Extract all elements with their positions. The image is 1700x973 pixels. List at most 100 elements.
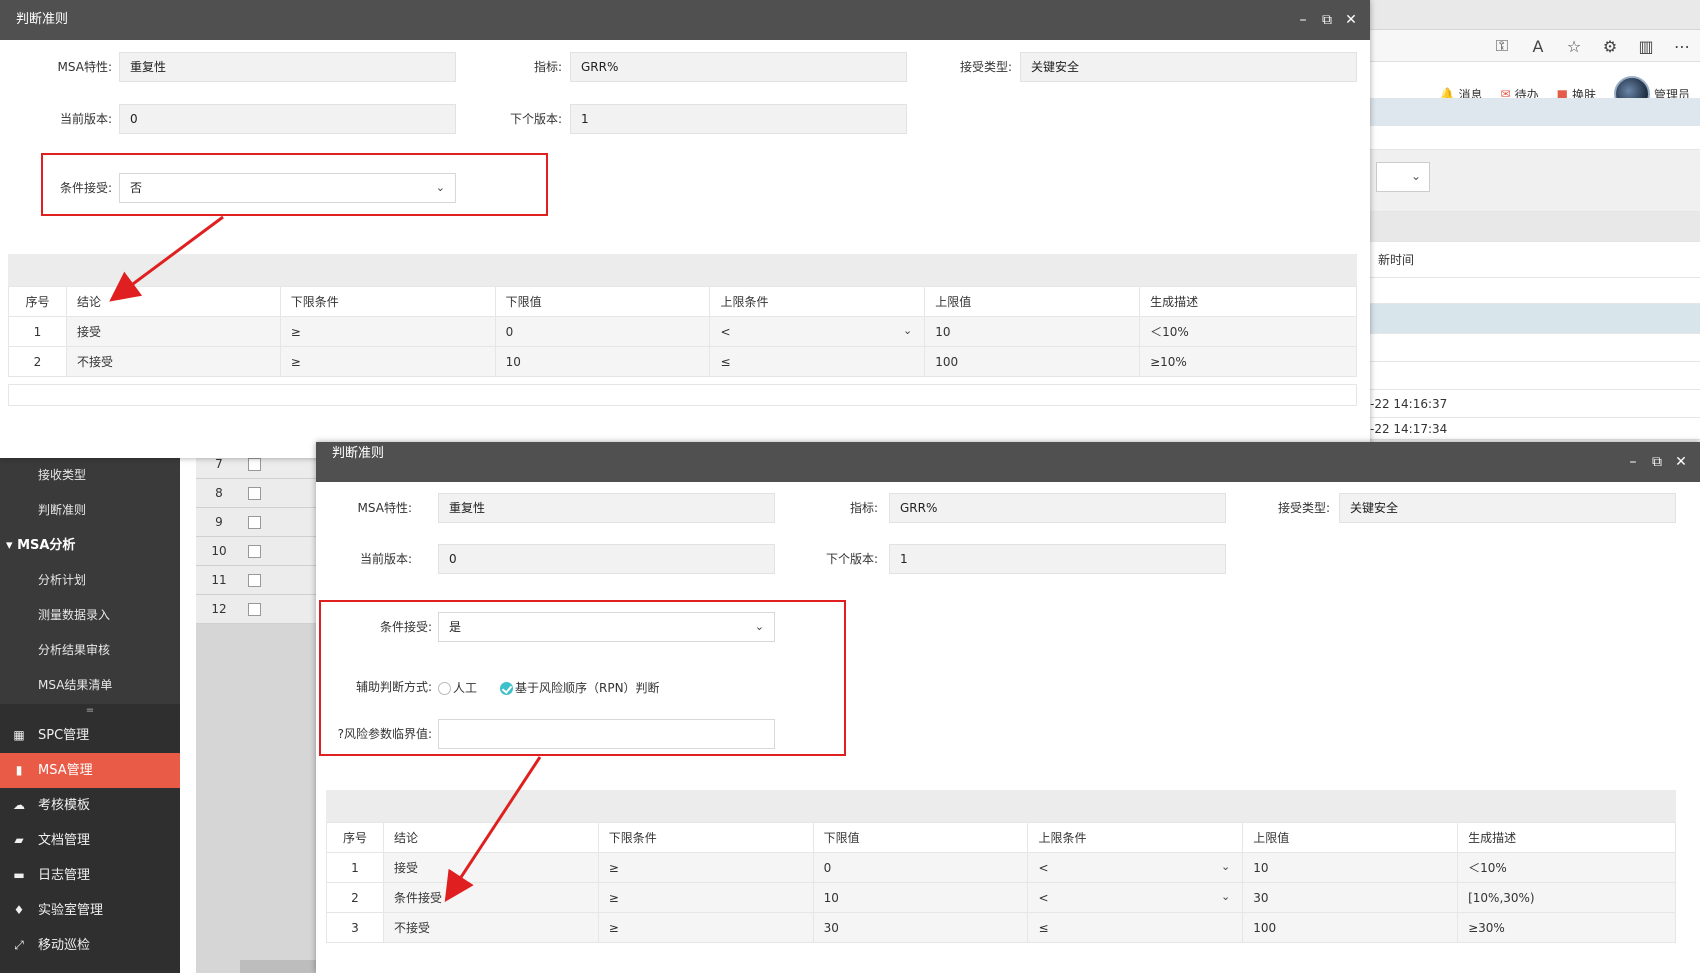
lower-value-cell[interactable]: 30 bbox=[812, 912, 1029, 943]
upper-value-cell[interactable]: 10 bbox=[924, 316, 1141, 347]
column-header: 生成描述 bbox=[1139, 286, 1357, 317]
accept-type-field[interactable]: 关键安全 bbox=[1339, 493, 1676, 523]
horizontal-scrollbar[interactable] bbox=[240, 960, 316, 973]
chevron-down-icon: ⌄ bbox=[435, 181, 445, 194]
lower-value-cell[interactable]: 0 bbox=[494, 316, 711, 347]
upper-condition-cell[interactable]: ≤ bbox=[1027, 912, 1244, 943]
conclusion-cell[interactable]: 不接受 bbox=[382, 912, 599, 943]
lower-condition-cell[interactable]: ≥ bbox=[279, 316, 496, 347]
msa-char-field[interactable]: 重复性 bbox=[438, 493, 775, 523]
sidebar-group-msa[interactable]: ▾ MSA分析 bbox=[0, 528, 180, 563]
column-header: 上限值 bbox=[1242, 822, 1459, 853]
sidebar-item-analysis-plan[interactable]: 分析计划 bbox=[0, 563, 180, 598]
criteria-dialog-1: 判断准则 – ⧉ ✕ MSA特性: 重复性 指标: GRR% 接受类型: 关键安… bbox=[0, 0, 1370, 458]
sidebar-item-cut-off[interactable] bbox=[0, 963, 180, 973]
sidebar-item-data-entry[interactable]: 测量数据录入 bbox=[0, 598, 180, 633]
conclusion-cell[interactable]: 不接受 bbox=[65, 346, 281, 377]
table-row: 1 接受 ≥ 0 < ⌄ 10 ＜10% bbox=[326, 852, 1676, 883]
upper-value-cell[interactable]: 100 bbox=[1242, 912, 1459, 943]
lower-condition-cell[interactable]: ≥ bbox=[597, 882, 814, 913]
sidebar-item-lab[interactable]: ♦ 实验室管理 bbox=[0, 893, 180, 928]
key-icon[interactable]: ⚿ bbox=[1484, 36, 1520, 56]
column-header: 结论 bbox=[382, 822, 599, 853]
table-row[interactable]: 12 bbox=[196, 595, 316, 624]
read-aloud-icon[interactable]: A bbox=[1520, 37, 1556, 56]
lower-value-cell[interactable]: 10 bbox=[494, 346, 711, 377]
description-cell: ≥30% bbox=[1457, 912, 1676, 943]
lower-condition-cell[interactable]: ≥ bbox=[597, 852, 814, 883]
row-checkbox[interactable] bbox=[248, 574, 261, 587]
table-row: 2 不接受 ≥ 10 ≤ 100 ≥10% bbox=[8, 346, 1357, 377]
sidebar-item-msa[interactable]: ▮ MSA管理 bbox=[0, 753, 180, 788]
sidebar-item-result-review[interactable]: 分析结果审核 bbox=[0, 633, 180, 668]
accept-type-label: 接受类型: bbox=[1277, 501, 1330, 515]
row-checkbox[interactable] bbox=[248, 545, 261, 558]
criteria-dialog-2: 判断准则 – ⧉ ✕ MSA特性: 重复性 指标: GRR% 接受类型: 关键安… bbox=[316, 442, 1700, 973]
indicator-field[interactable]: GRR% bbox=[889, 493, 1226, 523]
conditional-accept-select[interactable]: 是 ⌄ bbox=[438, 612, 775, 642]
indicator-field[interactable]: GRR% bbox=[570, 52, 907, 82]
upper-value-cell[interactable]: 30 bbox=[1242, 882, 1459, 913]
upper-value-cell[interactable]: 100 bbox=[924, 346, 1141, 377]
radio-rpn[interactable]: 基于风险顺序（RPN）判断 bbox=[500, 680, 660, 696]
browser-address-bar: ⚿ A ☆ ⚙ ▥ ⋯ bbox=[1370, 30, 1700, 62]
table-row[interactable]: 8 bbox=[196, 479, 316, 508]
lower-value-cell[interactable]: 0 bbox=[812, 852, 1029, 883]
current-version-label: 当前版本: bbox=[59, 112, 112, 126]
table-row[interactable]: 10 bbox=[196, 537, 316, 566]
row-checkbox[interactable] bbox=[248, 458, 261, 471]
chevron-down-icon: ⌄ bbox=[903, 324, 913, 337]
conditional-accept-select[interactable]: 否 ⌄ bbox=[119, 173, 456, 203]
table-row[interactable]: 11 bbox=[196, 566, 316, 595]
more-icon[interactable]: ⋯ bbox=[1664, 37, 1700, 56]
lower-condition-cell[interactable]: ≥ bbox=[597, 912, 814, 943]
split-screen-icon[interactable]: ▥ bbox=[1628, 37, 1664, 56]
description-cell: ＜10% bbox=[1139, 316, 1357, 347]
next-version-field[interactable]: 1 bbox=[570, 104, 907, 134]
table-row[interactable]: 9 bbox=[196, 508, 316, 537]
sidebar-item-judgment-criteria[interactable]: 判断准则 bbox=[0, 493, 180, 528]
background-select[interactable]: ⌄ bbox=[1376, 162, 1430, 192]
lower-condition-cell[interactable]: ≥ bbox=[279, 346, 496, 377]
next-version-field[interactable]: 1 bbox=[889, 544, 1226, 574]
sidebar-item-receive-type[interactable]: 接收类型 bbox=[0, 458, 180, 493]
sidebar-item-result-list[interactable]: MSA结果清单 bbox=[0, 668, 180, 703]
column-header: 下限条件 bbox=[279, 286, 496, 317]
maximize-icon[interactable]: ⧉ bbox=[1650, 454, 1664, 470]
maximize-icon[interactable]: ⧉ bbox=[1320, 12, 1334, 28]
current-version-field[interactable]: 0 bbox=[119, 104, 456, 134]
radio-manual[interactable]: 人工 bbox=[438, 680, 477, 696]
upper-condition-select[interactable]: < ⌄ bbox=[709, 316, 926, 347]
extensions-icon[interactable]: ⚙ bbox=[1592, 37, 1628, 56]
upper-condition-cell[interactable]: ≤ bbox=[709, 346, 926, 377]
sidebar-item-templates[interactable]: ☁ 考核模板 bbox=[0, 788, 180, 823]
row-checkbox[interactable] bbox=[248, 516, 261, 529]
row-checkbox[interactable] bbox=[248, 487, 261, 500]
risk-threshold-input[interactable] bbox=[438, 719, 775, 749]
upper-condition-select[interactable]: < ⌄ bbox=[1027, 882, 1244, 913]
sidebar-item-inspection[interactable]: ⤢ 移动巡检 bbox=[0, 928, 180, 963]
dialog-title-bar: 判断准则 – ⧉ ✕ bbox=[316, 442, 1700, 482]
row-number: 1 bbox=[326, 852, 384, 883]
close-icon[interactable]: ✕ bbox=[1344, 12, 1358, 28]
lower-value-cell[interactable]: 10 bbox=[812, 882, 1029, 913]
sidebar-item-documents[interactable]: ▰ 文档管理 bbox=[0, 823, 180, 858]
msa-char-field[interactable]: 重复性 bbox=[119, 52, 456, 82]
current-version-field[interactable]: 0 bbox=[438, 544, 775, 574]
accept-type-field[interactable]: 关键安全 bbox=[1020, 52, 1357, 82]
favorite-star-icon[interactable]: ☆ bbox=[1556, 37, 1592, 56]
row-checkbox[interactable] bbox=[248, 603, 261, 616]
upper-value-cell[interactable]: 10 bbox=[1242, 852, 1459, 883]
close-icon[interactable]: ✕ bbox=[1674, 454, 1688, 470]
conclusion-cell[interactable]: 接受 bbox=[65, 316, 281, 347]
upper-condition-select[interactable]: < ⌄ bbox=[1027, 852, 1244, 883]
column-header: 序号 bbox=[326, 822, 384, 853]
conclusion-cell[interactable]: 条件接受 bbox=[382, 882, 599, 913]
conclusion-cell[interactable]: 接受 bbox=[382, 852, 599, 883]
current-version-label: 当前版本: bbox=[359, 552, 412, 566]
sidebar-resize-handle[interactable]: = bbox=[0, 704, 180, 718]
sidebar-item-logs[interactable]: ▬ 日志管理 bbox=[0, 858, 180, 893]
minimize-icon[interactable]: – bbox=[1626, 454, 1640, 470]
sidebar-item-spc[interactable]: ▦ SPC管理 bbox=[0, 718, 180, 753]
minimize-icon[interactable]: – bbox=[1296, 12, 1310, 28]
